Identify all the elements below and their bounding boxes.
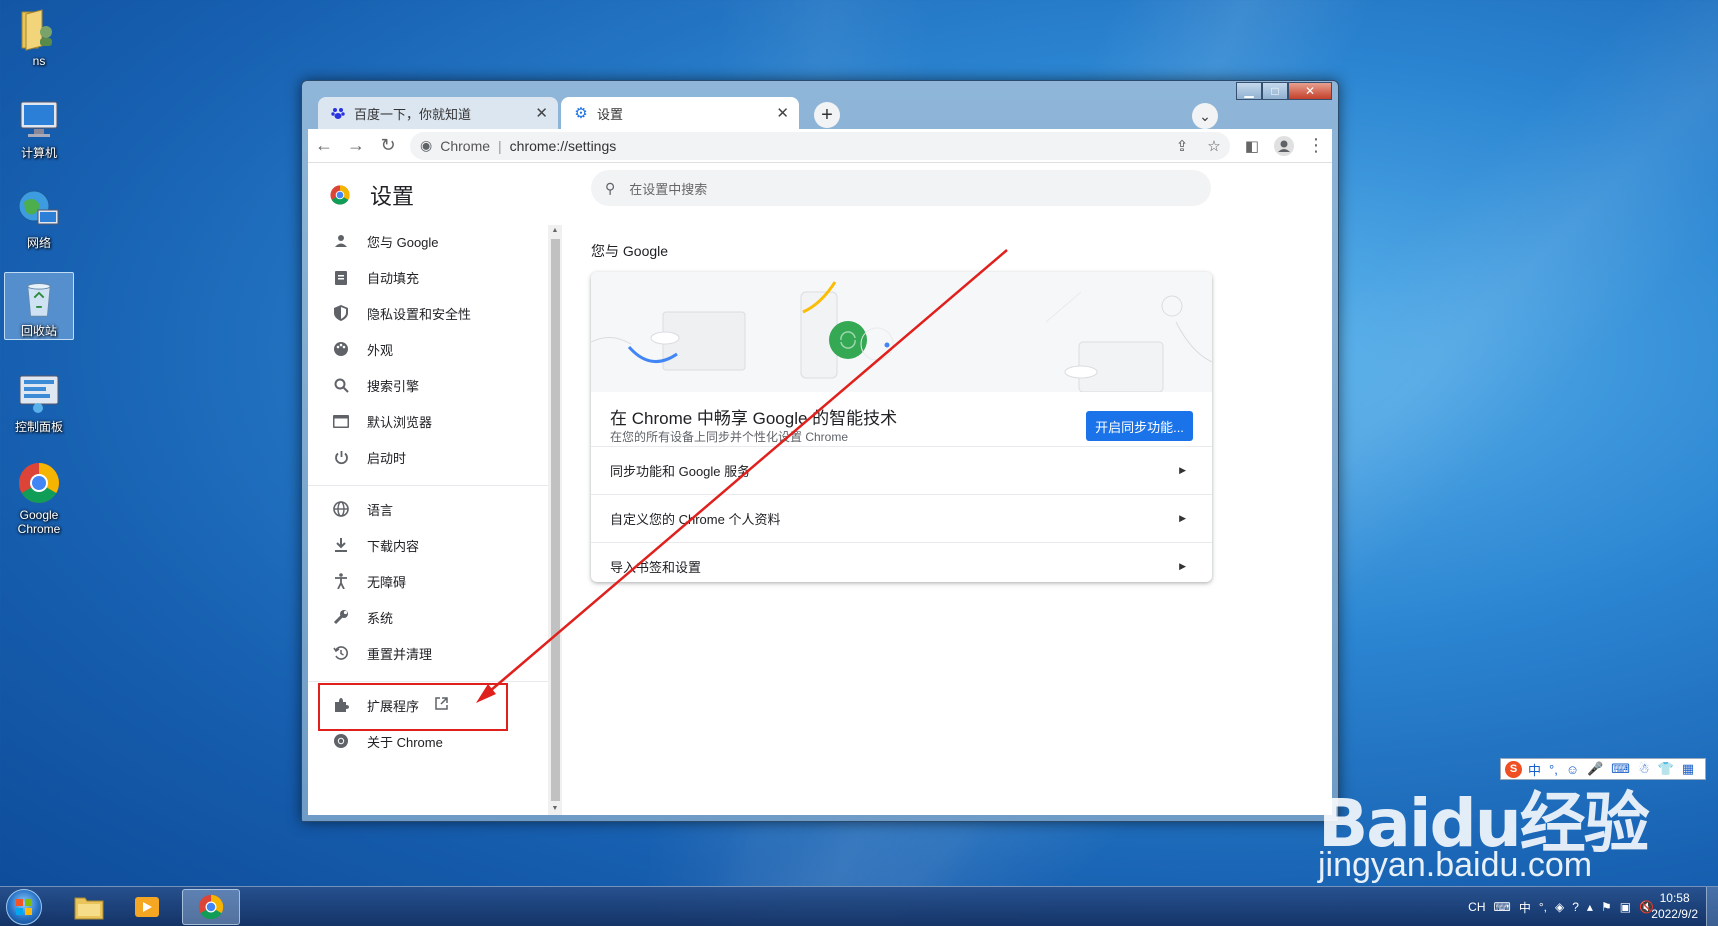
tray-expand-icon[interactable]: ▴ — [1587, 900, 1593, 914]
taskbar: CH ⌨ 中 °, ◈ ? ▴ ⚑ ▣ 🔇 10:58 2022/9/2 — [0, 886, 1718, 926]
ime-mode: 中 — [1528, 762, 1542, 778]
media-player-icon — [135, 897, 159, 917]
chrome-icon — [198, 894, 224, 920]
ime-tray-mode[interactable]: 中 — [1519, 899, 1531, 916]
clock-time: 10:58 — [1659, 891, 1690, 905]
show-desktop-button[interactable] — [1706, 887, 1718, 926]
language-indicator[interactable]: CH — [1468, 900, 1485, 914]
taskbar-media-player-button[interactable] — [118, 889, 176, 925]
grid-menu-icon: ▦ — [1681, 761, 1695, 776]
user-icon: ☃ — [1638, 761, 1650, 776]
keyboard-icon: ⌨ — [1611, 761, 1631, 776]
start-button[interactable] — [6, 889, 42, 925]
tray-dots-icon: °, — [1538, 900, 1547, 914]
network-tray-icon[interactable]: ▣ — [1620, 900, 1631, 914]
windows-logo-icon — [16, 899, 32, 915]
microphone-icon: 🎤 — [1587, 761, 1604, 776]
tray-app-icon[interactable]: ◈ — [1555, 900, 1564, 914]
tray-help-icon[interactable]: ? — [1572, 900, 1579, 914]
action-center-flag-icon[interactable]: ⚑ — [1601, 900, 1612, 914]
clock-date: 2022/9/2 — [1651, 907, 1698, 921]
skin-shirt-icon: 👕 — [1657, 761, 1674, 776]
ime-tray-icon[interactable]: ⌨ — [1494, 900, 1511, 914]
taskbar-chrome-button[interactable] — [182, 889, 240, 925]
sogou-logo-icon: S — [1505, 760, 1522, 778]
taskbar-explorer-button[interactable] — [60, 889, 118, 925]
system-tray: CH ⌨ 中 °, ◈ ? ▴ ⚑ ▣ 🔇 — [1464, 887, 1658, 926]
punctuation-icon: °, — [1549, 761, 1558, 777]
taskbar-clock[interactable]: 10:58 2022/9/2 — [1651, 890, 1698, 922]
ime-toolbar[interactable]: S 中 °, ☺ 🎤 ⌨ ☃ 👕 ▦ — [1500, 758, 1706, 780]
folder-icon — [74, 897, 104, 920]
watermark-url: jingyan.baidu.com — [1318, 846, 1593, 884]
emoji-icon: ☺ — [1565, 761, 1580, 777]
